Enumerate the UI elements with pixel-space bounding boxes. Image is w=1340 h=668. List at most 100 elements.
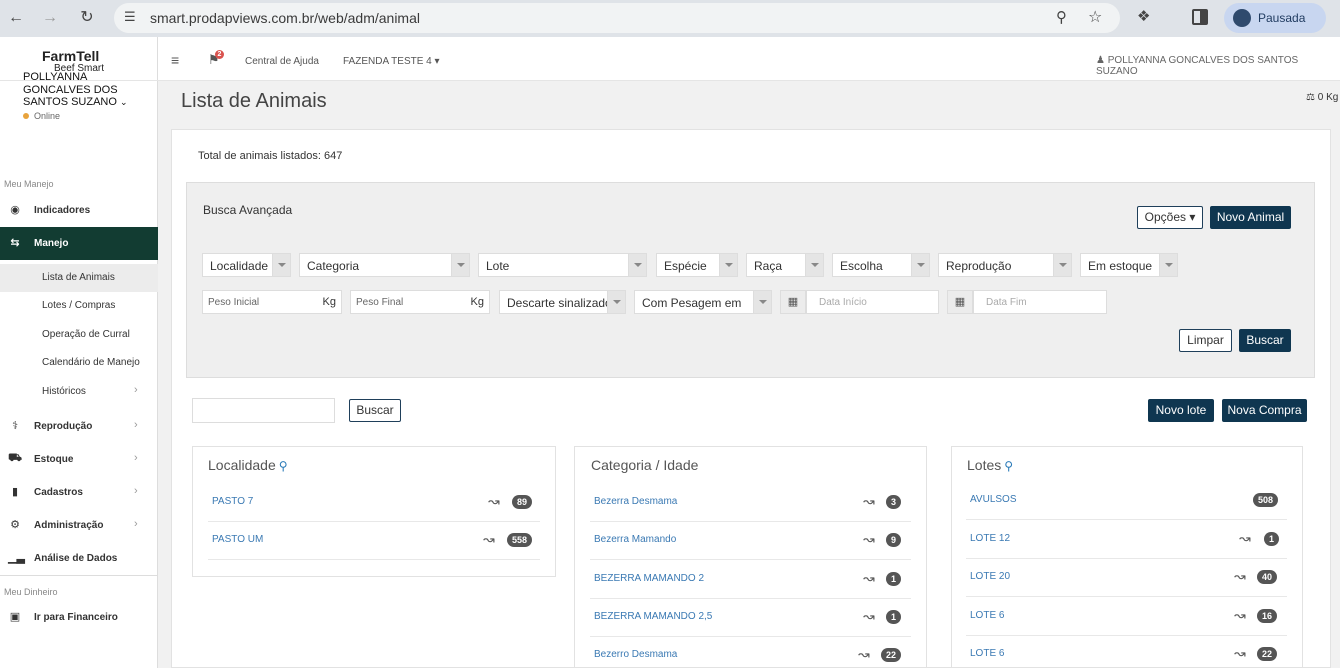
submenu-lista-de-animais[interactable]: Lista de Animais [0,264,158,292]
reload-icon[interactable]: ↻ [75,6,99,30]
filter-reproducao[interactable]: Reprodução [938,253,1072,277]
list-item[interactable]: BEZERRA MAMANDO 2,5 ↝ 1 [590,599,911,637]
list-item[interactable]: Bezerro Desmama ↝ 22 [590,637,911,668]
line-chart-icon[interactable]: ↝ [483,531,495,548]
side-panel-icon[interactable] [1192,9,1208,25]
line-chart-icon[interactable]: ↝ [488,493,500,510]
submenu-lotes-compras[interactable]: Lotes / Compras [0,292,158,320]
profile-label: Pausada [1258,11,1306,25]
list-item-link[interactable]: AVULSOS [970,494,1017,505]
back-icon[interactable]: ← [4,6,28,30]
search-icon[interactable]: ⚲ [279,459,288,473]
list-item[interactable]: LOTE 12 ↝ 1 [966,521,1287,559]
exchange-icon: ⇆ [10,237,20,249]
filter-escolha[interactable]: Escolha [832,253,930,277]
list-item-link[interactable]: BEZERRA MAMANDO 2,5 [594,611,712,622]
list-item-link[interactable]: Bezerro Desmama [594,649,677,660]
list-item-link[interactable]: LOTE 20 [970,571,1010,582]
submenu-operacao-de-curral[interactable]: Operação de Curral [0,321,158,349]
list-item[interactable]: BEZERRA MAMANDO 2 ↝ 1 [590,561,911,599]
chevron-right-icon: › [134,485,138,497]
line-chart-icon[interactable]: ↝ [1239,530,1251,547]
list-item[interactable]: LOTE 6 ↝ 16 [966,598,1287,636]
list-item[interactable]: LOTE 6 ↝ 22 [966,636,1287,668]
sidebar-item-estoque[interactable]: ⛟ Estoque › [0,443,158,476]
sidebar-item-financeiro[interactable]: ▣ Ir para Financeiro [0,601,158,634]
line-chart-icon[interactable]: ↝ [858,646,870,663]
data-inicio-field[interactable]: ▦ Data Início [780,290,939,314]
filter-raca[interactable]: Raça [746,253,824,277]
card-title-text: Localidade [208,457,276,473]
new-purchase-button[interactable]: Nova Compra [1222,399,1307,422]
line-chart-icon[interactable]: ↝ [1234,607,1246,624]
peso-inicial-input[interactable]: Peso Inicial Kg [202,290,342,314]
quick-search-button[interactable]: Buscar [349,399,401,422]
sidebar-item-administracao[interactable]: ⚙ Administração › [0,509,158,542]
list-item-link[interactable]: Bezerra Desmama [594,496,677,507]
data-fim-field[interactable]: ▦ Data Fim [947,290,1107,314]
line-chart-icon[interactable]: ↝ [863,531,875,548]
bookmark-star-icon[interactable]: ☆ [1088,7,1102,27]
profile-button[interactable]: Pausada [1224,3,1326,33]
list-item[interactable]: LOTE 20 ↝ 40 [966,559,1287,597]
options-button[interactable]: Opções ▾ [1137,206,1203,229]
line-chart-icon[interactable]: ↝ [863,493,875,510]
forward-icon[interactable]: → [38,6,62,30]
sidebar-item-label: Ir para Financeiro [34,612,118,623]
line-chart-icon[interactable]: ↝ [1234,645,1246,662]
filter-localidade[interactable]: Localidade [202,253,291,277]
sidebar-user-name[interactable]: POLLYANNA GONCALVES DOS SANTOS SUZANO ⌄ [23,71,133,109]
line-chart-icon[interactable]: ↝ [863,608,875,625]
url-text[interactable]: smart.prodapviews.com.br/web/adm/animal [150,10,420,26]
peso-final-input[interactable]: Peso Final Kg [350,290,490,314]
site-settings-icon[interactable]: ☰ [124,9,136,25]
list-item[interactable]: Bezerra Desmama ↝ 3 [590,484,911,522]
list-item[interactable]: PASTO 7 ↝ 89 [208,484,540,522]
clear-button[interactable]: Limpar [1179,329,1232,352]
quick-search-input[interactable] [192,398,335,423]
list-item[interactable]: PASTO UM ↝ 558 [208,522,540,560]
farm-dropdown[interactable]: FAZENDA TESTE 4 ▾ [343,56,440,67]
list-item[interactable]: AVULSOS 508 [966,482,1287,520]
submenu-historicos[interactable]: Históricos › [0,378,158,406]
submenu-calendario-de-manejo[interactable]: Calendário de Manejo [0,349,158,377]
list-item-link[interactable]: LOTE 6 [970,610,1004,621]
caret-down-icon [451,254,469,276]
filter-pesagem[interactable]: Com Pesagem em [634,290,772,314]
search-icon[interactable]: ⚲ [1004,459,1013,473]
calendar-icon[interactable]: ▦ [780,290,806,314]
new-animal-button[interactable]: Novo Animal [1210,206,1291,229]
help-center-link[interactable]: Central de Ajuda [245,56,319,67]
list-item-link[interactable]: Bezerra Mamando [594,534,676,545]
list-item-link[interactable]: BEZERRA MAMANDO 2 [594,573,704,584]
data-fim-input[interactable]: Data Fim [973,290,1107,314]
new-lot-button[interactable]: Novo lote [1148,399,1214,422]
extensions-icon[interactable]: ❖ [1137,7,1150,25]
sidebar-item-cadastros[interactable]: ▮ Cadastros › [0,476,158,509]
caret-down-icon [911,254,929,276]
sidebar-item-reproducao[interactable]: ⚕ Reprodução › [0,410,158,443]
calendar-icon[interactable]: ▦ [947,290,973,314]
line-chart-icon[interactable]: ↝ [863,570,875,587]
list-item-link[interactable]: LOTE 12 [970,533,1010,544]
page-title: Lista de Animais [181,90,327,112]
filter-em-estoque[interactable]: Em estoque [1080,253,1178,277]
list-item[interactable]: Bezerra Mamando ↝ 9 [590,522,911,560]
filter-descarte[interactable]: Descarte sinalizado [499,290,626,314]
search-button[interactable]: Buscar [1239,329,1291,352]
list-item-link[interactable]: PASTO 7 [212,496,253,507]
sidebar-item-analise-de-dados[interactable]: ▁▃ Análise de Dados [0,542,158,575]
filter-lote[interactable]: Lote [478,253,647,277]
list-item-link[interactable]: PASTO UM [212,534,263,545]
zoom-icon[interactable]: ⚲ [1056,8,1067,26]
top-user[interactable]: ♟ POLLYANNA GONCALVES DOS SANTOS SUZANO [1096,55,1340,77]
list-item-link[interactable]: LOTE 6 [970,648,1004,659]
hamburger-menu-icon[interactable]: ≡ [171,52,179,68]
address-bar[interactable]: ☰ smart.prodapviews.com.br/web/adm/anima… [114,3,1120,33]
filter-categoria[interactable]: Categoria [299,253,470,277]
line-chart-icon[interactable]: ↝ [1234,568,1246,585]
sidebar-item-manejo[interactable]: ⇆ Manejo [0,227,158,260]
data-inicio-input[interactable]: Data Início [806,290,939,314]
sidebar-item-indicadores[interactable]: ◉ Indicadores [0,194,158,227]
filter-especie[interactable]: Espécie [656,253,738,277]
